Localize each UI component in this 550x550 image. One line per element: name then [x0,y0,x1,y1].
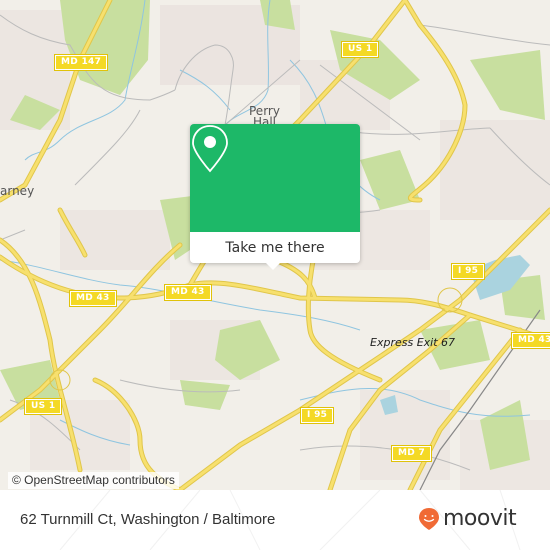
road-shield-md147: MD 147 [53,54,109,71]
road-shield-us1: US 1 [340,41,380,58]
footer: 62 Turnmill Ct, Washington / Baltimore m… [0,490,550,550]
road-shield-us1: US 1 [23,398,63,415]
road-shield-md43: MD 43 [511,332,550,349]
moovit-wordmark: moovit [443,506,517,531]
address-label: 62 Turnmill Ct, Washington / Baltimore [20,511,276,528]
location-popup: Take me there [190,124,360,270]
exit-label: Express Exit 67 [370,336,456,349]
place-label-carney: arney [0,184,35,198]
road-shield-md43: MD 43 [164,284,212,301]
moovit-pin-icon [419,507,439,530]
popup-header [190,124,360,232]
take-me-there-button[interactable]: Take me there [190,232,360,263]
map[interactable]: MD 147 US 1 MD 43 MD 43 I 95 MD 43 US 1 … [0,0,550,490]
road-shield-md7: MD 7 [390,445,433,462]
moovit-logo[interactable]: moovit [418,506,517,531]
road-shield-md43: MD 43 [69,290,117,307]
road-shield-i95: I 95 [299,407,335,424]
map-attribution[interactable]: © OpenStreetMap contributors [8,472,179,489]
road-shield-i95: I 95 [450,263,486,280]
popup-pointer [265,262,281,270]
location-pin-icon [192,125,228,173]
